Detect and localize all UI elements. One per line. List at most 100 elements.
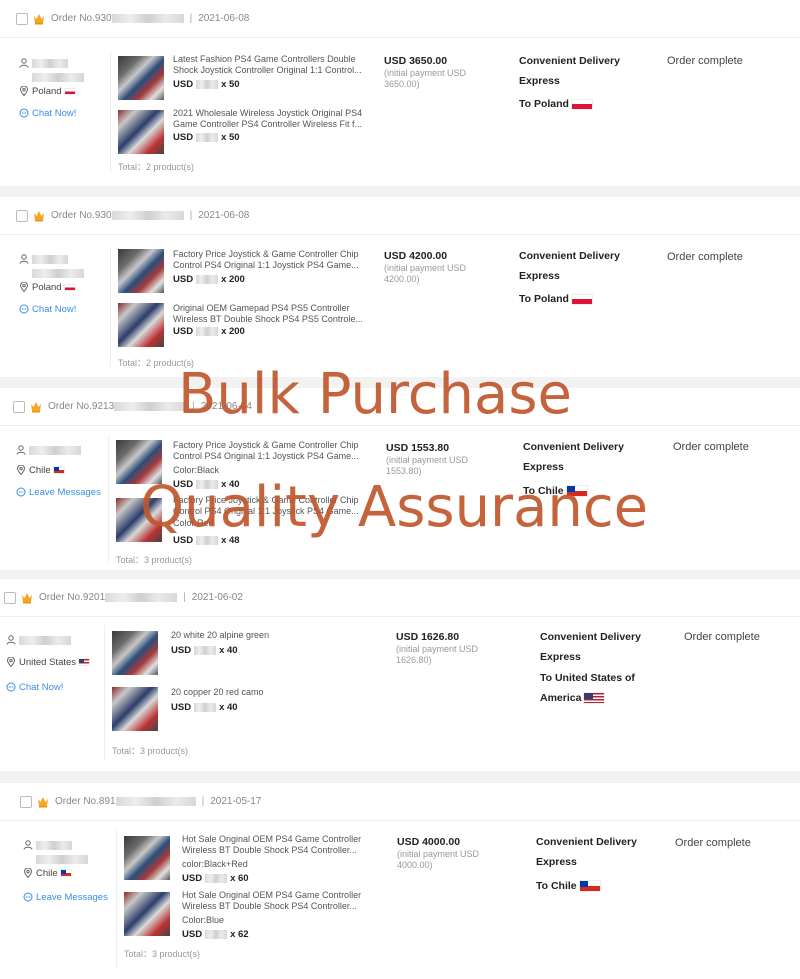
order-number[interactable]: Order No.930 (51, 210, 112, 221)
crown-icon (37, 795, 49, 808)
location-pin-icon (6, 657, 16, 667)
product-title[interactable]: Original OEM Gamepad PS4 PS5 Controller … (173, 303, 373, 325)
initial-payment: (initial payment USD 1626.80) (396, 644, 479, 665)
poland-flag-icon (63, 283, 76, 291)
order-header: Order No.9201 | 2021-06-02 (0, 579, 800, 617)
product-total: Total：2 product(s) (118, 162, 195, 172)
product-thumbnail[interactable] (112, 631, 158, 675)
product-variant: color:Black+Red (182, 859, 248, 869)
product-title[interactable]: Hot Sale Original OEM PS4 Game Controlle… (182, 834, 382, 856)
order-checkbox[interactable] (13, 400, 25, 413)
user-icon (16, 445, 26, 455)
chat-icon[interactable] (19, 304, 29, 314)
location-pin-icon (23, 868, 33, 878)
order-card: Order No.930 | 2021-06-08 Poland Chat No… (0, 197, 800, 377)
order-header: Order No.930 | 2021-06-08 (0, 197, 800, 235)
order-card: Order No.930 | 2021-06-08 Poland Chat No… (0, 0, 800, 186)
order-price: USD 3650.00 (384, 55, 448, 67)
product-thumbnail[interactable] (112, 687, 158, 731)
location-pin-icon (19, 282, 29, 292)
product-qty: USD x 62 (182, 929, 249, 940)
usa-flag-icon (78, 658, 91, 666)
chile-flag-icon (578, 880, 601, 893)
order-date: 2021-06-02 (191, 592, 243, 603)
product-title[interactable]: Latest Fashion PS4 Game Controllers Doub… (173, 54, 373, 76)
product-title[interactable]: Hot Sale Original OEM PS4 Game Controlle… (182, 890, 382, 912)
product-thumbnail[interactable] (124, 836, 170, 880)
product-title[interactable]: Factory Price Joystick & Game Controller… (173, 440, 373, 462)
order-status: Order complete (667, 251, 743, 263)
order-number[interactable]: Order No.9201 (39, 592, 105, 603)
buyer-info: Poland Chat Now! (19, 56, 84, 120)
order-price: USD 4200.00 (384, 250, 448, 262)
buyer-name-redacted (32, 58, 68, 68)
poland-flag-icon (570, 98, 593, 110)
product-title[interactable]: 20 copper 20 red camo (171, 687, 371, 698)
chat-now-link[interactable]: Chat Now! (32, 108, 76, 119)
product-thumbnail[interactable] (118, 56, 164, 100)
order-number-redacted (115, 797, 196, 806)
leave-messages-link[interactable]: Leave Messages (29, 487, 101, 498)
buyer-info: Poland Chat Now! (19, 252, 84, 316)
shipping-destination: To Poland (519, 94, 654, 114)
product-total: Total：3 product(s) (116, 555, 193, 565)
order-number[interactable]: Order No.891 (55, 796, 116, 807)
product-title[interactable]: Factory Price Joystick & Game Controller… (173, 249, 373, 271)
order-checkbox[interactable] (16, 12, 28, 25)
shipping-method: Convenient Delivery Express (536, 836, 637, 868)
shipping-destination: To United States of America (540, 672, 635, 705)
usa-flag-icon (583, 692, 606, 705)
product-thumbnail[interactable] (124, 892, 170, 936)
poland-flag-icon (63, 87, 76, 95)
buyer-info: Chile Leave Messages (23, 838, 108, 904)
user-icon (23, 840, 33, 850)
buyer-country: Chile (36, 867, 58, 879)
chat-icon[interactable] (19, 108, 29, 118)
crown-icon (33, 209, 45, 222)
order-checkbox[interactable] (16, 209, 28, 222)
chile-flag-icon (52, 466, 65, 474)
user-icon (6, 635, 16, 645)
order-status: Order complete (667, 55, 743, 67)
user-icon (19, 254, 29, 264)
initial-payment: (initial payment USD 1553.80) (386, 455, 469, 476)
chat-icon[interactable] (16, 487, 26, 497)
buyer-country: Poland (32, 85, 62, 97)
product-thumbnail[interactable] (118, 303, 164, 347)
order-checkbox[interactable] (20, 795, 32, 808)
user-icon (19, 58, 29, 68)
order-date: 2021-05-17 (210, 796, 262, 807)
order-number[interactable]: Order No.9213 (48, 401, 114, 412)
product-total: Total：3 product(s) (124, 949, 201, 959)
watermark-bulk-purchase: Bulk Purchase (178, 362, 572, 427)
chat-icon[interactable] (23, 892, 33, 902)
product-qty: USD x 200 (173, 274, 245, 285)
order-date: 2021-06-08 (198, 13, 250, 24)
location-pin-icon (19, 86, 29, 96)
product-title[interactable]: 2021 Wholesale Wireless Joystick Origina… (173, 108, 373, 130)
shipping-destination: To Chile (536, 876, 671, 896)
chat-now-link[interactable]: Chat Now! (19, 682, 63, 693)
initial-payment: (initial payment USD 4200.00) (384, 263, 467, 284)
order-number[interactable]: Order No.930 (51, 13, 112, 24)
buyer-country: United States (19, 656, 77, 668)
order-number-redacted (114, 402, 187, 411)
chat-now-link[interactable]: Chat Now! (32, 304, 76, 315)
product-thumbnail[interactable] (118, 249, 164, 293)
crown-icon (33, 12, 45, 25)
initial-payment: (initial payment USD 4000.00) (397, 849, 480, 870)
product-total: Total：3 product(s) (112, 746, 189, 756)
order-number-redacted (111, 211, 184, 220)
order-header: Order No.891 | 2021-05-17 (0, 783, 800, 821)
initial-payment: (initial payment USD 3650.00) (384, 68, 467, 89)
order-checkbox[interactable] (4, 591, 16, 604)
leave-messages-link[interactable]: Leave Messages (36, 892, 108, 903)
product-title[interactable]: 20 white 20 alpine green (171, 630, 371, 641)
shipping-method: Convenient Delivery Express (519, 55, 620, 87)
chile-flag-icon (59, 869, 72, 877)
chat-icon[interactable] (6, 682, 16, 692)
order-price: USD 1553.80 (386, 442, 450, 454)
buyer-country: Poland (32, 281, 62, 293)
product-thumbnail[interactable] (118, 110, 164, 154)
order-status: Order complete (675, 837, 751, 849)
